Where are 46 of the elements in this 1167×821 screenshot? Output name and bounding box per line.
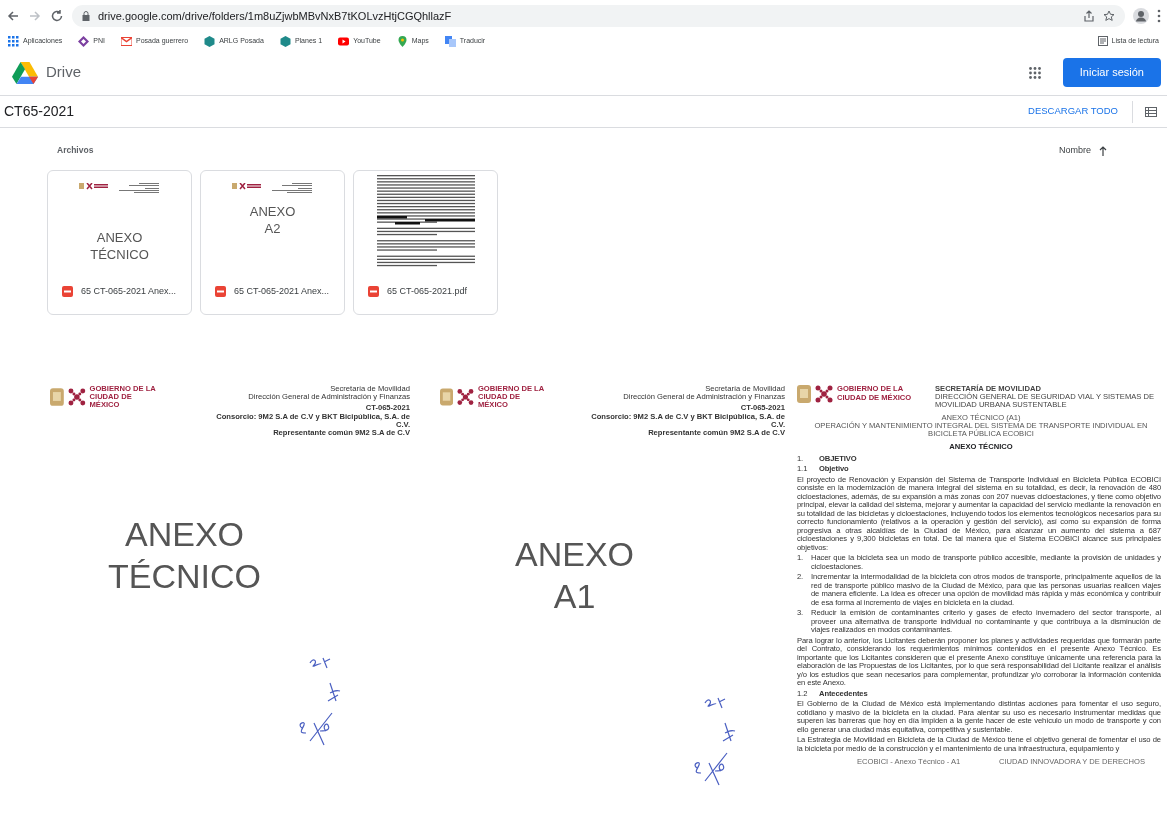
map-pin-icon[interactable] [396,35,408,47]
address-bar[interactable]: drive.google.com/drive/folders/1m8uZjwbMBvNxB7tKOLvzHtjCGQhllazF [72,5,1125,27]
file-card[interactable]: ANEXO TÉCNICO 65 CT-065-2021 Anex... [47,169,192,315]
menu-icon[interactable] [1157,9,1161,23]
coat-of-arms-icon [797,384,811,403]
reload-icon[interactable] [50,9,64,23]
share-icon[interactable] [1083,10,1095,22]
file-card[interactable]: 65 CT-065-2021.pdf [353,169,498,315]
file-card[interactable]: ANEXO A2 65 CT-065-2021 Anex... [200,169,345,315]
download-all-link[interactable]: DESCARGAR TODO [1028,104,1118,119]
url-text: drive.google.com/drive/folders/1m8uZjwbMBvNxB7tKOLvzHtjCGQhllazF [98,8,452,24]
sign-in-button[interactable]: Iniciar sesión [1062,58,1161,87]
thumbnail-title: ANEXO A2 [249,202,296,238]
cross-logo-icon [67,388,86,406]
cross-logo-icon [815,384,833,403]
file-name: 65 CT-065-2021 Anex... [81,284,177,298]
video-play-icon[interactable] [338,35,350,47]
lock-icon [82,11,90,21]
hexagon-icon[interactable] [204,35,216,47]
cross-logo-icon [457,388,474,406]
file-name: 65 CT-065-2021 Anex... [234,284,330,298]
apps-grid-icon[interactable] [1028,66,1041,79]
star-icon[interactable] [1103,10,1115,22]
drive-brand: Drive [46,62,81,83]
sort-button[interactable]: Nombre [1059,144,1107,158]
mail-icon[interactable] [121,35,132,47]
profile-icon[interactable] [1133,8,1149,24]
pdf-file-icon [368,285,379,297]
coat-of-arms-icon [50,388,64,406]
hexagon-icon[interactable] [279,35,291,47]
back-icon[interactable] [6,9,20,23]
pdf-file-icon [62,285,73,297]
page-title: ANEXO TÉCNICO [108,513,261,598]
list-view-icon[interactable] [1145,106,1157,117]
pdf-file-icon [215,285,226,297]
drive-logo-icon[interactable] [12,61,38,84]
thumbnail-title: ANEXO TÉCNICO [90,228,149,264]
file-name: 65 CT-065-2021.pdf [387,284,468,298]
coat-of-arms-icon [440,388,454,406]
folder-title: CT65-2021 [4,102,75,121]
apps-grid-icon[interactable] [8,35,19,47]
translate-icon[interactable] [444,35,456,47]
diamond-icon[interactable] [78,35,90,47]
page-title: ANEXO A1 [515,533,635,618]
reading-list-icon[interactable] [1097,36,1108,46]
section-label: Archivos [57,144,94,158]
